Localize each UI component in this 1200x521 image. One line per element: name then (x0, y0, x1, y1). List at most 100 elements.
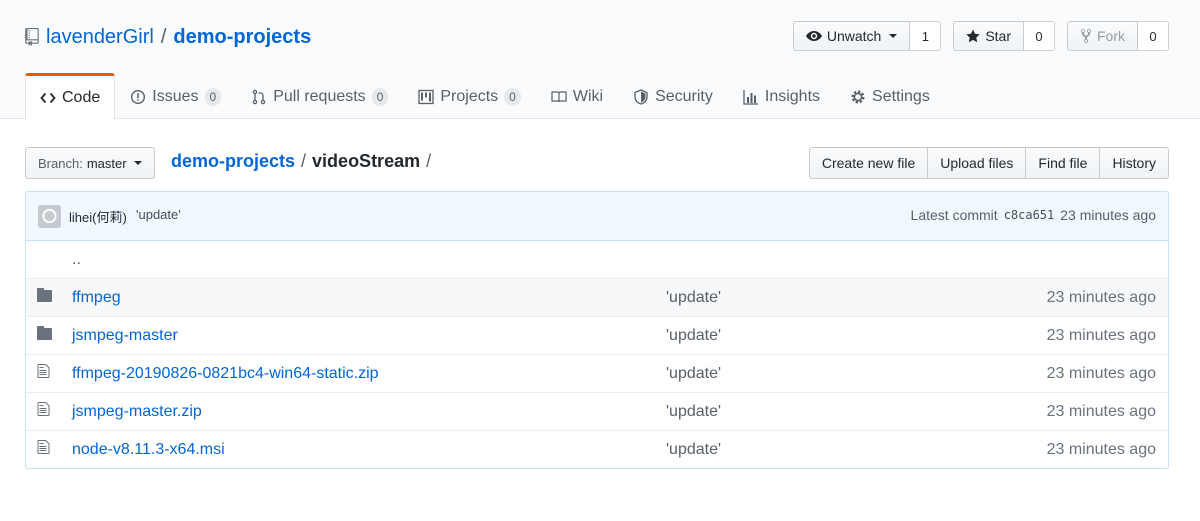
tab-issues-label: Issues (152, 87, 199, 105)
file-age: 23 minutes ago (896, 354, 1168, 393)
project-icon (418, 89, 435, 104)
file-name-link[interactable]: ffmpeg (72, 289, 121, 306)
file-name-link[interactable]: jsmpeg-master (72, 327, 178, 344)
issues-count-badge: 0 (204, 87, 222, 106)
file-row[interactable]: ffmpeg-20190826-0821bc4-win64-static.zip… (26, 354, 1168, 393)
file-age: 23 minutes ago (896, 278, 1168, 317)
breadcrumb-current: videoStream (312, 151, 421, 171)
breadcrumb: demo-projects / videoStream / (171, 151, 431, 172)
tab-wiki-label: Wiki (572, 87, 604, 105)
file-row[interactable]: node-v8.11.3-x64.msi 'update' 23 minutes… (26, 430, 1168, 468)
chevron-down-icon (889, 34, 898, 38)
file-name-link[interactable]: jsmpeg-master.zip (72, 403, 202, 420)
stargazers-count[interactable]: 0 (1024, 21, 1055, 51)
star-icon (966, 29, 981, 43)
folder-icon (37, 326, 52, 340)
commit-meta: Latest commit c8ca651 23 minutes ago (911, 207, 1156, 223)
unwatch-button[interactable]: Unwatch (792, 21, 911, 51)
file-commit-message[interactable]: 'update' (666, 392, 896, 431)
graph-icon (743, 89, 758, 105)
watch-group: Unwatch 1 (792, 21, 942, 51)
tab-settings[interactable]: Settings (835, 73, 945, 119)
commit-author[interactable]: lihei(何莉) (69, 207, 127, 226)
file-row[interactable]: jsmpeg-master 'update' 23 minutes ago (26, 316, 1168, 355)
repo-header: lavenderGirl / demo-projects Unwatch 1 S… (0, 0, 1200, 119)
file-icon (37, 402, 50, 416)
branch-select-button[interactable]: Branch: master (25, 147, 155, 179)
unwatch-label: Unwatch (826, 28, 882, 44)
file-list: .. ffmpeg 'update' 23 minutes ago jsmpeg… (25, 241, 1169, 469)
tab-wiki[interactable]: Wiki (536, 73, 618, 119)
file-commit-message[interactable]: 'update' (666, 430, 896, 468)
history-button[interactable]: History (1099, 147, 1169, 179)
fork-label: Fork (1097, 28, 1125, 44)
file-age: 23 minutes ago (896, 316, 1168, 355)
file-navigation: Branch: master demo-projects / videoStre… (25, 147, 1169, 179)
create-new-file-button[interactable]: Create new file (808, 147, 929, 179)
commit-age: 23 minutes ago (1060, 207, 1156, 223)
tab-security[interactable]: Security (618, 73, 728, 119)
pull-request-icon (252, 89, 266, 104)
file-commit-message[interactable]: 'update' (666, 316, 896, 355)
file-commit-message[interactable]: 'update' (666, 354, 896, 393)
breadcrumb-root-link[interactable]: demo-projects (171, 151, 295, 172)
tab-pull-requests-label: Pull requests (273, 87, 366, 105)
tab-projects[interactable]: Projects 0 (403, 73, 535, 119)
tab-pull-requests[interactable]: Pull requests 0 (236, 73, 403, 119)
parent-directory-link[interactable]: .. (72, 241, 1168, 279)
latest-commit-label: Latest commit (910, 207, 998, 223)
star-button[interactable]: Star (953, 21, 1024, 51)
fork-button[interactable]: Fork (1067, 21, 1138, 51)
breadcrumb-trailing-separator: / (426, 151, 432, 171)
repo-name-link[interactable]: demo-projects (173, 26, 311, 49)
code-icon (40, 92, 56, 103)
tab-insights-label: Insights (764, 87, 821, 105)
chevron-down-icon (133, 161, 142, 165)
file-name-link[interactable]: ffmpeg-20190826-0821bc4-win64-static.zip (72, 365, 379, 382)
file-actions: Create new file Upload files Find file H… (808, 147, 1169, 179)
tab-code[interactable]: Code (25, 73, 116, 119)
repo-tabs: Code Issues 0 Pull requests 0 Projects 0… (25, 73, 945, 119)
file-row[interactable]: jsmpeg-master.zip 'update' 23 minutes ag… (26, 392, 1168, 431)
repo-title: lavenderGirl / demo-projects (25, 22, 311, 52)
file-name-link[interactable]: node-v8.11.3-x64.msi (72, 441, 225, 458)
tab-insights[interactable]: Insights (728, 73, 835, 119)
tab-projects-label: Projects (440, 87, 499, 105)
repo-owner-link[interactable]: lavenderGirl (46, 26, 154, 49)
branch-name: master (86, 155, 127, 171)
repo-actions: Unwatch 1 Star 0 Fork 0 (792, 21, 1169, 51)
shield-icon (634, 88, 648, 105)
tab-code-label: Code (62, 88, 101, 106)
star-label: Star (985, 28, 1011, 44)
file-commit-message[interactable]: 'update' (666, 278, 896, 317)
tab-settings-label: Settings (872, 87, 930, 105)
parent-directory-row[interactable]: .. (26, 241, 1168, 279)
tab-issues[interactable]: Issues 0 (115, 73, 236, 119)
book-icon (551, 90, 567, 102)
file-age: 23 minutes ago (896, 392, 1168, 431)
issue-icon (131, 89, 146, 104)
find-file-button[interactable]: Find file (1025, 147, 1101, 179)
branch-label: Branch: (38, 155, 83, 171)
projects-count-badge: 0 (504, 87, 521, 106)
tab-security-label: Security (655, 87, 713, 105)
fork-icon (1080, 28, 1092, 44)
file-age: 23 minutes ago (896, 430, 1168, 468)
file-icon (37, 364, 50, 378)
repo-icon (25, 28, 39, 46)
fork-group: Fork 0 (1067, 21, 1169, 51)
avatar[interactable] (38, 205, 61, 228)
commit-message[interactable]: 'update' (136, 207, 181, 222)
upload-files-button[interactable]: Upload files (927, 147, 1027, 179)
avatar-octocat-icon (38, 205, 61, 228)
commit-sha-link[interactable]: c8ca651 (1004, 207, 1055, 223)
latest-commit-bar: lihei(何莉) 'update' Latest commit c8ca651… (25, 191, 1169, 241)
forks-count[interactable]: 0 (1138, 21, 1169, 51)
gear-icon (851, 90, 865, 103)
watchers-count[interactable]: 1 (910, 21, 942, 51)
file-row[interactable]: ffmpeg 'update' 23 minutes ago (26, 278, 1168, 317)
breadcrumb-separator: / (301, 151, 307, 171)
pull-requests-count-badge: 0 (371, 87, 389, 106)
eye-icon (805, 31, 822, 41)
star-group: Star 0 (953, 21, 1055, 51)
